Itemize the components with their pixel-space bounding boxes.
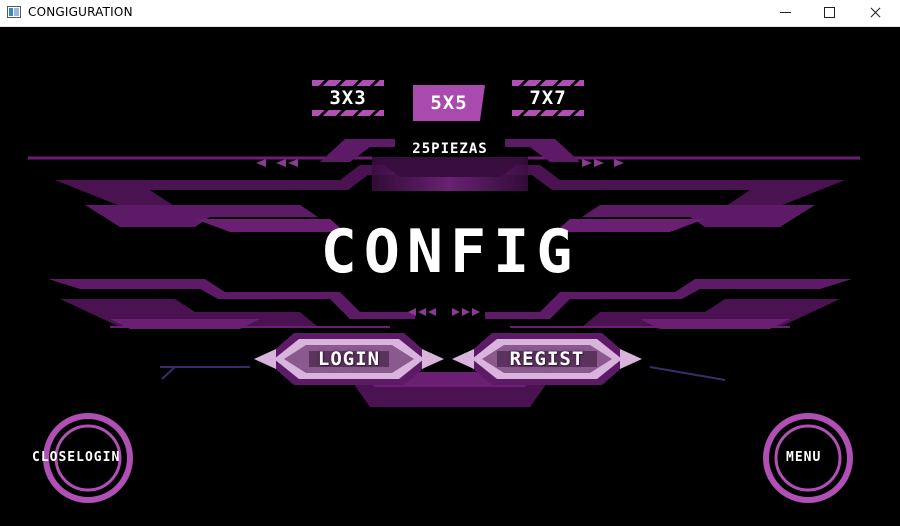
size-option-3x3[interactable]: 3X3 bbox=[312, 80, 384, 116]
size-option-5x5[interactable]: 5X5 bbox=[413, 85, 485, 121]
login-button[interactable]: LOGIN bbox=[254, 329, 444, 389]
tab-stripes bbox=[512, 110, 584, 116]
close-login-label: CLOSELOGIN bbox=[32, 450, 121, 465]
login-label: LOGIN bbox=[317, 348, 381, 370]
tab-stripes bbox=[512, 80, 584, 86]
page-title: CONFIG bbox=[320, 217, 580, 287]
size-option-label: 7X7 bbox=[529, 87, 567, 109]
close-login-button[interactable]: CLOSELOGIN bbox=[32, 412, 134, 504]
tab-stripes bbox=[312, 110, 384, 116]
menu-label: MENU bbox=[786, 450, 822, 465]
size-option-label: 5X5 bbox=[430, 92, 468, 114]
menu-button[interactable]: MENU bbox=[762, 412, 854, 504]
title-bar: CONGIGURATION bbox=[0, 0, 900, 27]
app-icon bbox=[7, 6, 21, 18]
pieces-count-label: 25PIEZAS bbox=[412, 141, 488, 157]
size-option-label: 3X3 bbox=[329, 87, 367, 109]
tab-stripes bbox=[312, 80, 384, 86]
game-canvas: 3X3 5X5 7X7 25PIEZAS CONFIG LOGIN REGIST… bbox=[0, 27, 900, 526]
close-window-button[interactable] bbox=[852, 0, 898, 26]
regist-label: REGIST bbox=[509, 348, 585, 370]
maximize-button[interactable] bbox=[806, 0, 852, 26]
app-window: CONGIGURATION 3X3 5X5 7X7 25PIEZAS CONFI… bbox=[0, 0, 900, 526]
window-title: CONGIGURATION bbox=[28, 5, 133, 19]
minimize-button[interactable] bbox=[762, 0, 808, 26]
regist-button[interactable]: REGIST bbox=[452, 329, 642, 389]
size-option-7x7[interactable]: 7X7 bbox=[512, 80, 584, 116]
